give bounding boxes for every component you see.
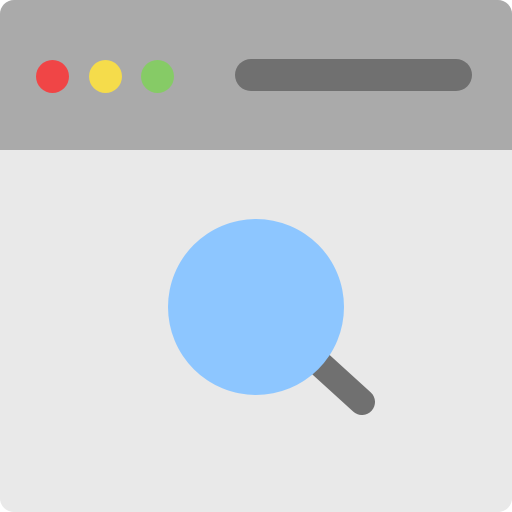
browser-window: [0, 0, 512, 512]
magnifying-glass-handle: [305, 349, 375, 415]
magnifying-glass-lens: [168, 219, 344, 395]
magnifying-glass-icon: [168, 219, 375, 415]
